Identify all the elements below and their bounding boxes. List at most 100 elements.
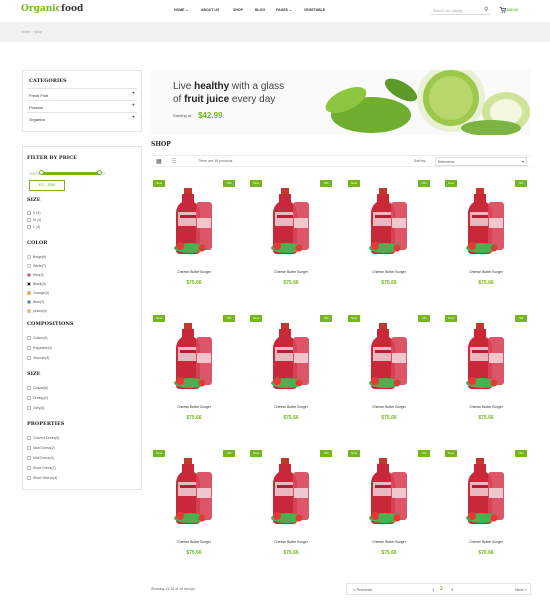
product-card[interactable]: New -5% Cheese Butter Burger $75.66 (248, 315, 334, 435)
color-option[interactable]: Red(4) (27, 273, 44, 278)
nav-pages[interactable]: PAGES ⌄ (276, 8, 292, 12)
product-card[interactable]: New -5% Cheese Butter Burger $75.66 (443, 450, 529, 570)
color-option[interactable]: yellow(4) (27, 309, 47, 314)
checkbox[interactable] (27, 466, 31, 471)
color-swatch[interactable] (27, 282, 31, 287)
product-name[interactable]: Cheese Butter Burger (248, 540, 334, 544)
category-item[interactable]: Fresh Fruit + (27, 88, 137, 100)
size-option[interactable]: M (4) (27, 218, 41, 223)
checkbox[interactable] (27, 218, 31, 223)
product-image[interactable] (462, 323, 510, 389)
style-option[interactable]: Casual(6) (27, 386, 48, 391)
checkbox[interactable] (27, 446, 31, 451)
composition-option[interactable]: Viscose(4) (27, 356, 49, 361)
color-option[interactable]: Blue(4) (27, 300, 44, 305)
product-name[interactable]: Cheese Butter Burger (443, 270, 529, 274)
nav-shop[interactable]: SHOP (233, 8, 243, 12)
product-card[interactable]: New -5% Cheese Butter Burger $75.66 (443, 315, 529, 435)
product-card[interactable]: New -5% Cheese Butter Burger $75.66 (346, 450, 432, 570)
product-image[interactable] (462, 188, 510, 254)
checkbox[interactable] (27, 476, 31, 481)
color-swatch[interactable] (27, 255, 31, 260)
product-name[interactable]: Cheese Butter Burger (346, 270, 432, 274)
product-card[interactable]: New -5% Cheese Butter Burger $75.66 (248, 180, 334, 300)
product-card[interactable]: New -5% Cheese Butter Burger $75.66 (248, 450, 334, 570)
list-view-icon[interactable]: ☰ (171, 159, 176, 165)
property-option[interactable]: Midi Dress(4) (27, 456, 54, 461)
product-card[interactable]: New -5% Cheese Butter Burger $75.66 (151, 450, 237, 570)
cart-total[interactable]: $49.00 (507, 8, 518, 12)
logo[interactable]: Organicfood (21, 4, 83, 14)
product-name[interactable]: Cheese Butter Burger (346, 540, 432, 544)
product-name[interactable]: Cheese Butter Burger (346, 405, 432, 409)
checkbox[interactable] (27, 336, 31, 341)
slider-max-handle[interactable] (97, 170, 103, 175)
nav-vegetable[interactable]: VEGETABLE (304, 8, 325, 12)
product-name[interactable]: Cheese Butter Burger (151, 540, 237, 544)
checkbox[interactable] (27, 225, 31, 230)
sort-select[interactable]: Relevance ▾ (435, 157, 527, 166)
category-item[interactable]: Flowers + (27, 100, 137, 112)
size-option[interactable]: L (4) (27, 225, 40, 230)
color-option[interactable]: White(7) (27, 264, 46, 269)
product-image[interactable] (170, 458, 218, 524)
pagination-page[interactable]: 1 (432, 587, 434, 592)
cart-icon[interactable] (499, 6, 507, 14)
price-range-button[interactable]: $70 - $360 (29, 180, 65, 191)
product-image[interactable] (170, 188, 218, 254)
product-name[interactable]: Cheese Butter Burger (443, 405, 529, 409)
category-item[interactable]: Organics + (27, 112, 137, 124)
pagination-previous[interactable]: < Previous (353, 587, 372, 592)
product-card[interactable]: New -5% Cheese Butter Burger $75.66 (346, 315, 432, 435)
product-image[interactable] (365, 323, 413, 389)
color-swatch[interactable] (27, 291, 31, 296)
composition-option[interactable]: Cotton(6) (27, 336, 48, 341)
checkbox[interactable] (27, 346, 31, 351)
pagination-current-page[interactable]: 2 (440, 586, 443, 592)
plus-icon[interactable]: + (131, 115, 135, 121)
product-name[interactable]: Cheese Butter Burger (151, 405, 237, 409)
product-image[interactable] (365, 188, 413, 254)
nav-about[interactable]: ABOUT US (201, 8, 219, 12)
grid-view-icon[interactable]: ▦ (156, 159, 162, 165)
product-card[interactable]: New -5% Cheese Butter Burger $75.66 (151, 315, 237, 435)
pagination-page[interactable]: 3 (451, 587, 453, 592)
pagination-next[interactable]: Next > (515, 587, 527, 592)
search-icon[interactable]: ⚲ (484, 6, 488, 13)
checkbox[interactable] (27, 356, 31, 361)
size-option[interactable]: S (4) (27, 211, 41, 216)
product-image[interactable] (267, 458, 315, 524)
product-image[interactable] (365, 458, 413, 524)
style-option[interactable]: Girly(4) (27, 406, 44, 411)
checkbox[interactable] (27, 211, 31, 216)
slider-min-handle[interactable] (38, 170, 44, 175)
color-swatch[interactable] (27, 264, 31, 269)
checkbox[interactable] (27, 396, 31, 401)
product-name[interactable]: Cheese Butter Burger (443, 540, 529, 544)
product-image[interactable] (267, 188, 315, 254)
nav-home[interactable]: HOME ⌄ (174, 8, 188, 12)
price-slider[interactable] (29, 170, 105, 175)
property-option[interactable]: Short Dress(7) (27, 466, 56, 471)
product-image[interactable] (462, 458, 510, 524)
color-swatch[interactable] (27, 300, 31, 305)
product-name[interactable]: Cheese Butter Burger (248, 405, 334, 409)
property-option[interactable]: Short Sleeve(4) (27, 476, 57, 481)
product-card[interactable]: New -5% Cheese Butter Burger $75.66 (346, 180, 432, 300)
product-name[interactable]: Cheese Butter Burger (248, 270, 334, 274)
checkbox[interactable] (27, 456, 31, 461)
product-name[interactable]: Cheese Butter Burger (151, 270, 237, 274)
breadcrumb[interactable]: Home > shop (21, 30, 42, 34)
checkbox[interactable] (27, 436, 31, 441)
product-image[interactable] (170, 323, 218, 389)
plus-icon[interactable]: + (131, 103, 135, 109)
product-card[interactable]: New -5% Cheese Butter Burger $75.66 (151, 180, 237, 300)
property-option[interactable]: Maxi Dress(2) (27, 446, 55, 451)
nav-blog[interactable]: BLOG (255, 8, 265, 12)
checkbox[interactable] (27, 386, 31, 391)
style-option[interactable]: Dressy(2) (27, 396, 48, 401)
product-image[interactable] (267, 323, 315, 389)
color-swatch[interactable] (27, 273, 31, 278)
plus-icon[interactable]: + (131, 91, 135, 97)
color-option[interactable]: Black(4) (27, 282, 46, 287)
